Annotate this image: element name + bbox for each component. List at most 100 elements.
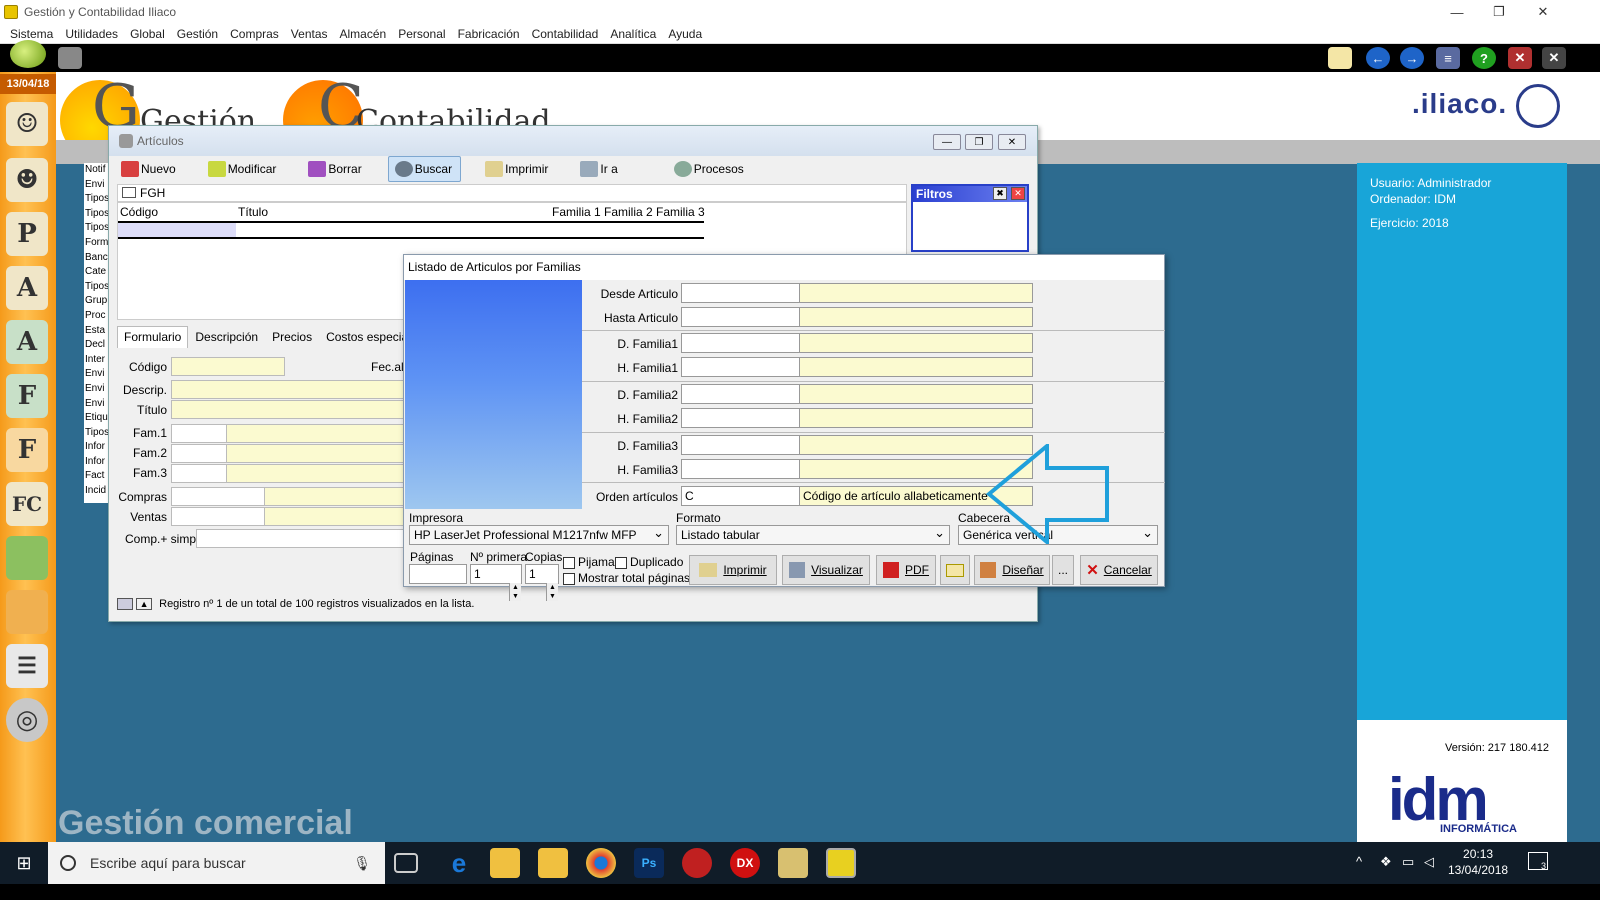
hasta-articulo-field[interactable]: [681, 307, 800, 327]
list-item[interactable]: Infor: [85, 440, 110, 455]
menu-personal[interactable]: Personal: [392, 27, 451, 41]
h-familia2-field[interactable]: [681, 408, 800, 428]
descrip-field[interactable]: [171, 380, 405, 399]
bag-green-icon[interactable]: [6, 536, 48, 580]
tab-descripcion[interactable]: Descripción: [188, 326, 265, 348]
task-view-icon[interactable]: [394, 853, 418, 873]
volume-icon[interactable]: ◁: [1424, 854, 1434, 870]
list-item[interactable]: Tipos: [85, 207, 110, 222]
iliaco-app-icon[interactable]: [826, 848, 856, 878]
clock[interactable]: 20:13 13/04/2018: [1448, 846, 1508, 878]
back-arrow-icon[interactable]: ←: [1366, 47, 1390, 69]
list-item[interactable]: Fact: [85, 469, 110, 484]
letter-a-icon[interactable]: A: [6, 320, 48, 364]
filter-clear-icon[interactable]: ✖: [993, 187, 1007, 200]
menu-ventas[interactable]: Ventas: [285, 27, 334, 41]
menu-almacen[interactable]: Almacén: [334, 27, 393, 41]
exit-icon[interactable]: ✕: [1542, 47, 1566, 69]
taskbar-search[interactable]: Escribe aquí para buscar 🎙: [48, 842, 385, 884]
list-item[interactable]: Infor: [85, 455, 110, 470]
fam1-code-field[interactable]: [171, 424, 227, 443]
list-item[interactable]: Tipos: [85, 221, 110, 236]
list-item[interactable]: Proc: [85, 309, 110, 324]
edge-icon[interactable]: e: [444, 848, 474, 878]
formato-select[interactable]: Listado tabular: [676, 524, 950, 545]
h-familia1-field[interactable]: [681, 357, 800, 377]
more-button[interactable]: ...: [1052, 555, 1074, 585]
menu-compras[interactable]: Compras: [224, 27, 285, 41]
stepper-arrows-icon[interactable]: ▲ ▼: [546, 583, 558, 601]
dx-app-icon[interactable]: DX: [730, 848, 760, 878]
fam2-code-field[interactable]: [171, 444, 227, 463]
home-orb-icon[interactable]: [10, 40, 46, 68]
pijama-checkbox[interactable]: Pijama: [563, 555, 615, 569]
menu-ayuda[interactable]: Ayuda: [662, 27, 708, 41]
list-item[interactable]: Envi: [85, 397, 110, 412]
tab-formulario[interactable]: Formulario: [117, 326, 189, 348]
grid-header-titulo[interactable]: Título: [238, 205, 268, 219]
list-item[interactable]: Envi: [85, 367, 110, 382]
fam1-desc-field[interactable]: [226, 424, 405, 443]
list-item[interactable]: Tipos: [85, 426, 110, 441]
minimize-button[interactable]: —: [933, 134, 961, 150]
close-button[interactable]: ✕: [1520, 0, 1566, 24]
start-button[interactable]: ⊞: [0, 842, 48, 884]
list-item[interactable]: Etiqu: [85, 411, 110, 426]
paginas-field[interactable]: [409, 564, 467, 584]
search-filter-row[interactable]: FGH: [117, 184, 907, 202]
restore-button[interactable]: ❐: [965, 134, 993, 150]
imprimir-button[interactable]: Imprimir: [689, 555, 777, 585]
mostrar-total-checkbox[interactable]: Mostrar total páginas: [563, 571, 690, 585]
forward-arrow-icon[interactable]: →: [1400, 47, 1424, 69]
list-item[interactable]: Incid: [85, 484, 110, 499]
list-item[interactable]: Decl: [85, 338, 110, 353]
fam2-desc-field[interactable]: [226, 444, 405, 463]
grid-header-familia2[interactable]: Familia 2: [604, 205, 653, 219]
d-familia1-field[interactable]: [681, 333, 800, 353]
procesos-button[interactable]: Procesos: [668, 156, 752, 182]
calculator-icon[interactable]: [58, 47, 82, 69]
grid-header-codigo[interactable]: Código: [120, 205, 158, 219]
primera-stepper[interactable]: 1 ▲ ▼: [470, 564, 522, 601]
ventas-desc-field[interactable]: [264, 507, 405, 526]
h-familia3-field[interactable]: [681, 459, 800, 479]
help-icon[interactable]: ?: [1472, 47, 1496, 69]
list-item[interactable]: Tipos: [85, 192, 110, 207]
letter-fc-icon[interactable]: FC: [6, 482, 48, 526]
desde-articulo-field[interactable]: [681, 283, 800, 303]
minimize-button[interactable]: —: [1434, 0, 1480, 24]
compras-desc-field[interactable]: [264, 487, 405, 506]
list-item[interactable]: Envi: [85, 382, 110, 397]
close-button[interactable]: ✕: [998, 134, 1026, 150]
mail-icon[interactable]: [1328, 47, 1352, 69]
modificar-button[interactable]: Modificar: [202, 156, 285, 182]
orden-code-field[interactable]: C: [681, 486, 800, 506]
d-familia1-desc[interactable]: [799, 333, 1033, 353]
cancelar-button[interactable]: ✕ Cancelar: [1080, 555, 1158, 585]
tab-precios[interactable]: Precios: [265, 326, 319, 348]
bag-orange-icon[interactable]: [6, 590, 48, 634]
list-item[interactable]: Esta: [85, 324, 110, 339]
fam3-desc-field[interactable]: [226, 464, 405, 483]
notifications-icon[interactable]: 3: [1528, 852, 1548, 871]
nuevo-button[interactable]: Nuevo: [115, 156, 184, 182]
email-button[interactable]: [940, 555, 970, 585]
hasta-articulo-desc[interactable]: [799, 307, 1033, 327]
list-item[interactable]: Grup: [85, 294, 110, 309]
tray-chevron-icon[interactable]: ^: [1356, 854, 1362, 869]
h-familia2-desc[interactable]: [799, 408, 1033, 428]
impresora-select[interactable]: HP LaserJet Professional M1217nfw MFP: [409, 524, 669, 545]
network-icon[interactable]: ▭: [1402, 854, 1414, 870]
stepper-arrows-icon[interactable]: ▲ ▼: [509, 583, 521, 601]
app-red-icon[interactable]: [682, 848, 712, 878]
list-item[interactable]: Banc: [85, 251, 110, 266]
list-item[interactable]: Notif: [85, 163, 110, 178]
d-familia3-field[interactable]: [681, 435, 800, 455]
menu-sistema[interactable]: Sistema: [4, 27, 59, 41]
file-explorer-icon[interactable]: [538, 848, 568, 878]
ir-a-button[interactable]: Ir a: [574, 156, 625, 182]
list-item[interactable]: Tipos: [85, 280, 110, 295]
disenar-button[interactable]: Diseñar: [974, 555, 1050, 585]
menu-utilidades[interactable]: Utilidades: [59, 27, 124, 41]
user-a-icon[interactable]: A: [6, 266, 48, 310]
